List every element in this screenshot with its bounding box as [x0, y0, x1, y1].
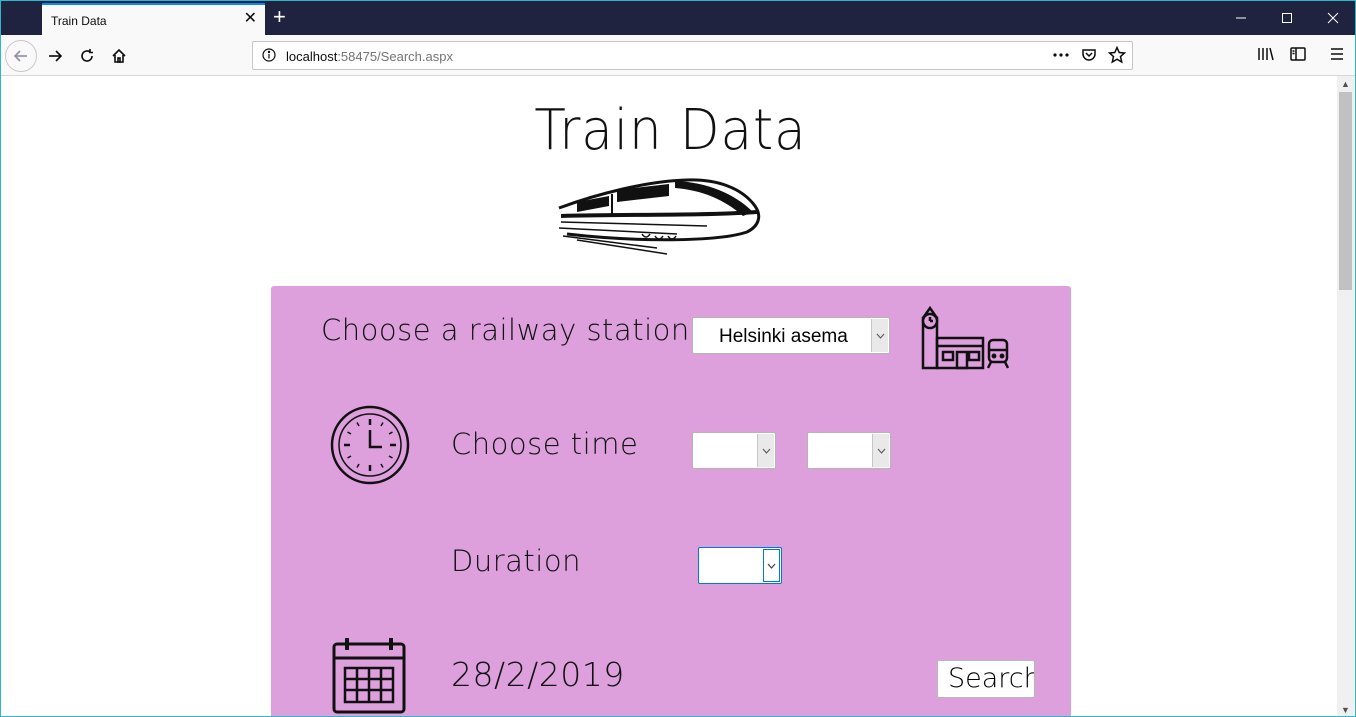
star-icon[interactable]	[1107, 45, 1127, 69]
chevron-down-icon[interactable]	[763, 549, 780, 582]
library-icon[interactable]	[1257, 45, 1275, 63]
tab-train-data[interactable]: Train Data ✕	[42, 3, 265, 35]
close-window-button[interactable]	[1310, 1, 1355, 35]
browser-window: Train Data ✕ + localhost:58475/Search.as…	[0, 0, 1356, 717]
page-title: Train Data	[534, 98, 807, 163]
url-path: :58475/Search.aspx	[337, 49, 453, 64]
station-icon	[919, 304, 1014, 375]
time-label: Choose time	[451, 427, 639, 461]
close-tab-icon[interactable]: ✕	[244, 11, 257, 27]
train-icon	[557, 176, 763, 261]
url-host: localhost	[286, 49, 338, 64]
scroll-up-icon[interactable]: ▲	[1341, 79, 1350, 89]
page-content: Train Data Choose a railway station Hels…	[2, 76, 1339, 716]
hour-select[interactable]	[692, 432, 776, 469]
url-text: localhost:58475/Search.aspx	[286, 49, 453, 64]
duration-select[interactable]	[698, 547, 782, 584]
new-tab-button[interactable]: +	[273, 6, 286, 28]
station-select[interactable]: Helsinki asema	[692, 317, 890, 354]
clock-icon	[329, 404, 411, 491]
station-select-value: Helsinki asema	[719, 326, 848, 347]
more-icon[interactable]	[1052, 46, 1070, 69]
tab-title: Train Data	[51, 14, 107, 28]
chevron-down-icon[interactable]	[757, 434, 774, 467]
calendar-icon	[331, 636, 407, 716]
scrollbar-thumb[interactable]	[1339, 92, 1352, 290]
home-icon[interactable]	[103, 40, 135, 72]
vertical-scrollbar[interactable]: ▲ ▼	[1337, 76, 1354, 716]
minimize-button[interactable]	[1218, 1, 1264, 35]
selected-date: 28/2/2019	[451, 655, 625, 694]
sidebar-icon[interactable]	[1289, 45, 1307, 63]
pocket-icon[interactable]	[1080, 46, 1098, 69]
duration-label: Duration	[451, 544, 581, 578]
chevron-down-icon[interactable]	[871, 319, 888, 352]
chevron-down-icon[interactable]	[872, 434, 889, 467]
maximize-button[interactable]	[1264, 1, 1310, 35]
menu-icon[interactable]	[1328, 45, 1346, 63]
back-arrow-icon[interactable]	[5, 40, 37, 72]
reload-icon[interactable]	[71, 40, 103, 72]
scroll-down-icon[interactable]: ▼	[1341, 705, 1350, 715]
info-icon[interactable]	[262, 48, 276, 67]
forward-arrow-icon[interactable]	[39, 40, 71, 72]
station-label: Choose a railway station	[321, 313, 690, 347]
title-bar: Train Data ✕ +	[1, 1, 1355, 35]
minute-select[interactable]	[807, 432, 891, 469]
navigation-toolbar: localhost:58475/Search.aspx	[1, 35, 1355, 76]
search-panel: Choose a railway station Helsinki asema	[271, 286, 1071, 716]
search-button[interactable]: Search	[937, 660, 1035, 698]
url-bar[interactable]: localhost:58475/Search.aspx	[252, 41, 1133, 70]
